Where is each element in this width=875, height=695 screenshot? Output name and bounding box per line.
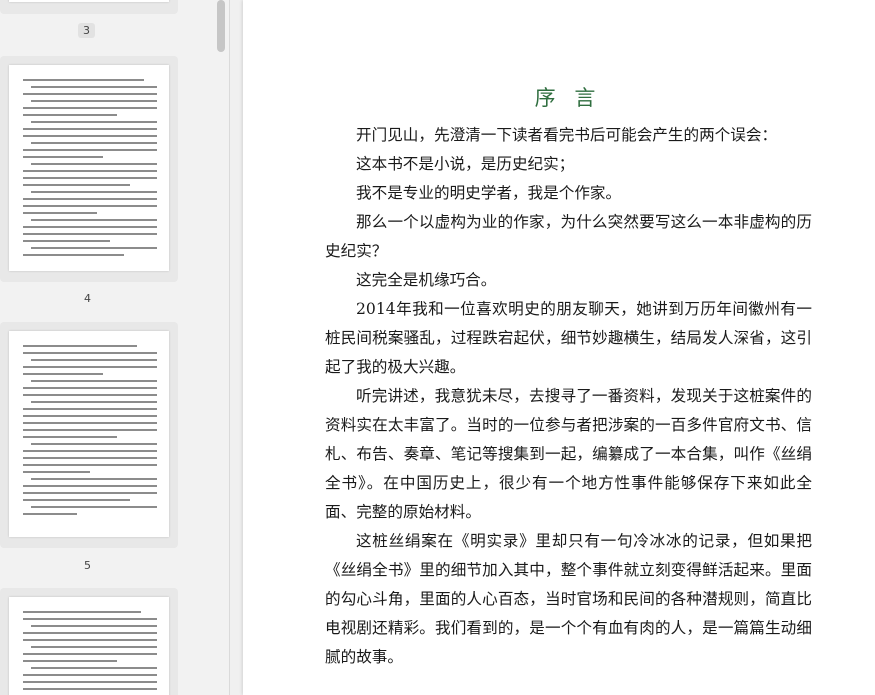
thumbnail-sidebar: 3 4 5 [0, 0, 230, 695]
paragraph: 这完全是机缘巧合。 [356, 271, 497, 289]
paragraph: 开门见山，先澄清一下读者看完书后可能会产生的两个误会： [356, 126, 778, 144]
paragraph: 那么一个以虚构为业的作家，为什么突然要写这么一本非虚构的历史纪实？ [325, 213, 812, 260]
document-page: 序 言 开门见山，先澄清一下读者看完书后可能会产生的两个误会： 这本书不是小说，… [243, 0, 875, 695]
paragraph: 我不是专业的明史学者，我是个作家。 [356, 184, 622, 202]
paragraph: 听完讲述，我意犹未尽，去搜寻了一番资料，发现关于这桩案件的资料实在太丰富了。当时… [325, 387, 812, 521]
page-thumbnail-2[interactable] [0, 0, 178, 14]
page-title: 序 言 [534, 86, 602, 110]
page-number-label-4: 4 [84, 292, 91, 305]
page-number-label-5: 5 [84, 559, 91, 572]
thumbnail-page-image [9, 597, 169, 695]
page-number-label-3: 3 [78, 23, 95, 38]
paragraph: 2014年我和一位喜欢明史的朋友聊天，她讲到万历年间徽州有一桩民间税案骚乱，过程… [325, 300, 812, 376]
thumbnail-page-image [9, 65, 169, 271]
thumbnail-page-image [9, 0, 169, 2]
page-thumbnail-4[interactable] [0, 322, 178, 548]
page-thumbnail-3[interactable] [0, 56, 178, 282]
paragraph: 这桩丝绢案在《明实录》里却只有一句冷冰冰的记录，但如果把《丝绢全书》里的细节加入… [325, 532, 812, 666]
sidebar-scrollbar-thumb[interactable] [217, 0, 225, 52]
paragraph: 这本书不是小说，是历史纪实； [356, 155, 575, 173]
thumbnail-page-image [9, 331, 169, 537]
document-body: 开门见山，先澄清一下读者看完书后可能会产生的两个误会： 这本书不是小说，是历史纪… [325, 121, 812, 672]
page-thumbnail-5[interactable] [0, 588, 178, 695]
